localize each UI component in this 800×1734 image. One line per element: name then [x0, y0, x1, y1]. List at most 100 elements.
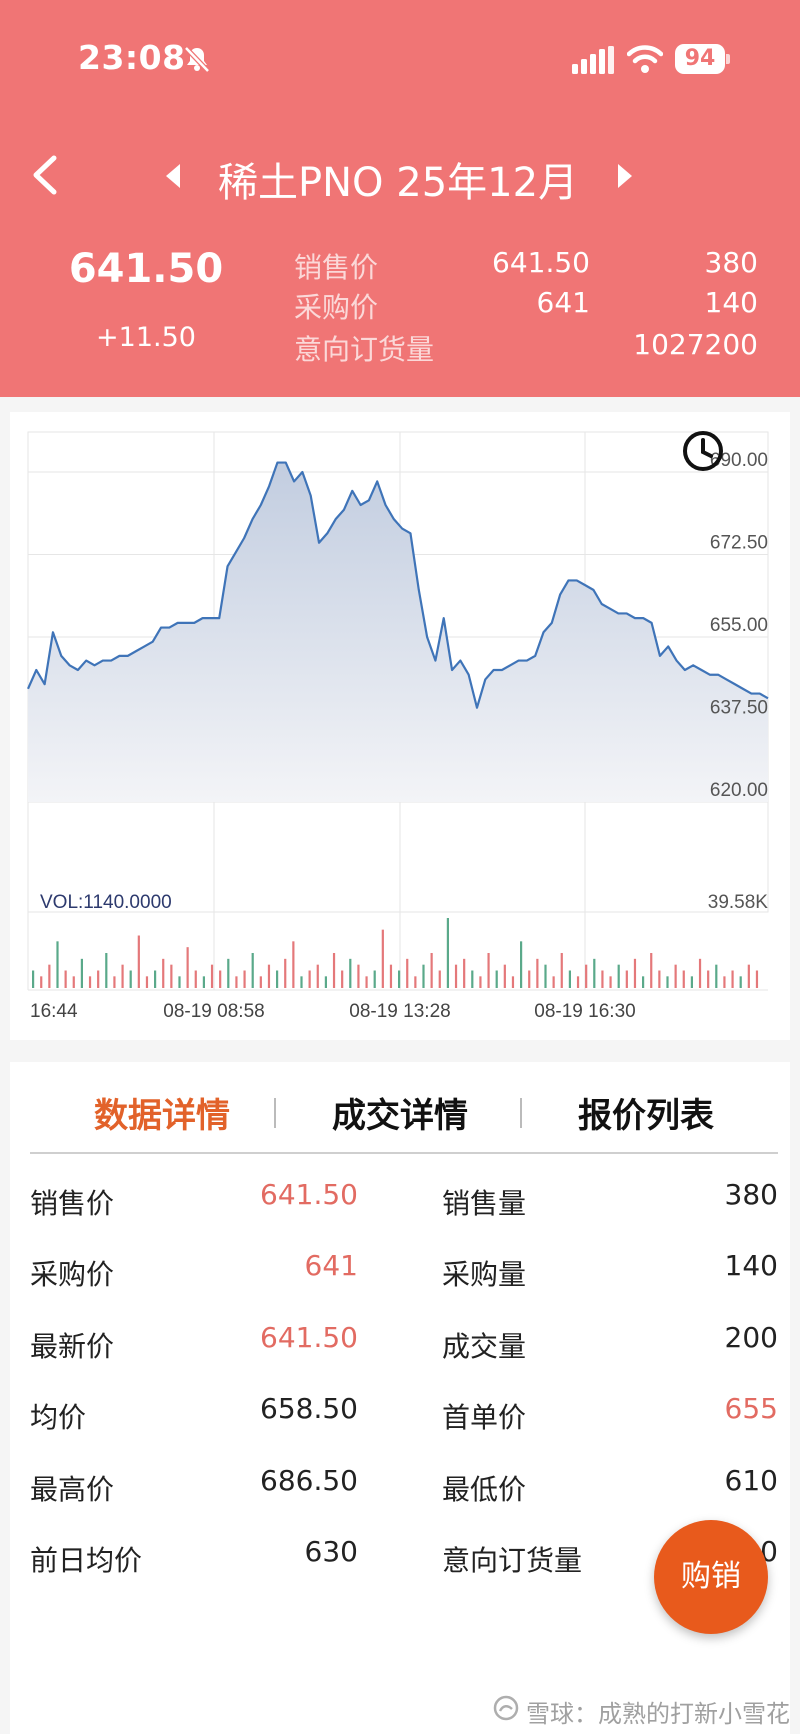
quote-row-buy: 采购价 641 140 — [294, 286, 758, 326]
volume-bar — [446, 918, 449, 988]
tab-divider — [274, 1098, 276, 1128]
volume-label: VOL:1140.0000 — [40, 892, 172, 913]
volume-bar — [259, 976, 262, 988]
volume-bar — [650, 953, 653, 988]
volume-bar — [202, 976, 205, 988]
volume-bar — [80, 958, 83, 988]
quote-row-intent: 意向订货量 1027200 — [294, 328, 758, 368]
tabs-underline — [30, 1152, 778, 1154]
volume-bar — [617, 964, 620, 988]
signal-icon — [572, 46, 614, 74]
price-area — [28, 462, 768, 802]
x-tick-label: 08-19 08:58 — [163, 1001, 264, 1022]
quote-volume: 380 — [704, 246, 758, 279]
volume-bar — [707, 970, 710, 988]
detail-value: 641 — [304, 1249, 358, 1282]
detail-label: 成交量 — [442, 1330, 527, 1363]
detail-label: 采购价 — [30, 1258, 115, 1291]
detail-label: 采购量 — [442, 1258, 527, 1291]
volume-bar — [341, 970, 344, 988]
detail-value: 641.50 — [260, 1178, 358, 1211]
quote-volume: 1027200 — [633, 328, 758, 361]
volume-bar — [674, 964, 677, 988]
volume-bar — [284, 958, 287, 988]
detail-label: 首单价 — [442, 1401, 527, 1434]
volume-bar — [178, 976, 181, 988]
last-price: 641.50 — [68, 246, 224, 292]
volume-max-label: 39.58K — [708, 892, 769, 913]
price-change: +11.50 — [96, 322, 196, 353]
xueqiu-logo-icon — [493, 1695, 519, 1721]
y-tick-label: 637.50 — [710, 698, 768, 719]
x-tick-label: 16:44 — [30, 1001, 78, 1022]
header: 23:08 94 稀土PNO 25年12月 641.50 +11.50 销售价 … — [0, 0, 800, 397]
buy-sell-button[interactable]: 购销 — [654, 1520, 768, 1634]
volume-bar — [243, 970, 246, 988]
volume-bar — [430, 953, 433, 988]
volume-bar — [40, 976, 43, 988]
detail-label: 最低价 — [442, 1473, 527, 1506]
volume-bar — [495, 970, 498, 988]
detail-value: 641.50 — [260, 1321, 358, 1354]
volume-bar — [511, 976, 515, 988]
volume-bar — [56, 941, 59, 988]
volume-bar — [560, 953, 563, 988]
previous-contract-icon[interactable] — [164, 162, 184, 190]
tab-quote-list[interactable]: 报价列表 — [556, 1088, 736, 1137]
volume-bar — [463, 958, 466, 988]
volume-bar — [625, 970, 628, 988]
details-card: 数据详情 成交详情 报价列表 销售价 641.50 采购价 641 最新价 641.50 均… — [10, 1062, 790, 1734]
tab-trade-details[interactable]: 成交详情 — [310, 1088, 490, 1137]
volume-bar — [438, 970, 441, 988]
volume-bar — [219, 970, 222, 988]
volume-bar — [162, 958, 165, 988]
volume-bar — [72, 976, 75, 988]
volume-bar — [487, 953, 490, 988]
volume-bar — [105, 953, 108, 988]
volume-bar — [715, 964, 718, 988]
volume-bar — [585, 964, 588, 988]
back-arrow-icon[interactable] — [28, 152, 62, 198]
volume-bar — [755, 970, 759, 988]
detail-label: 均价 — [30, 1401, 87, 1434]
volume-bar — [479, 976, 482, 988]
chart-card: 690.00 672.50 655.00 637.50 620.00 VOL:1140.… — [10, 412, 790, 1040]
price-chart[interactable]: 690.00672.50655.00637.50620.00 VOL:1140.… — [10, 412, 790, 1040]
volume-bar — [365, 976, 368, 988]
volume-bar — [503, 964, 506, 988]
volume-bar — [698, 958, 702, 988]
detail-label: 意向订货量 — [442, 1544, 583, 1577]
volume-bar — [552, 976, 555, 988]
volume-bar — [300, 976, 303, 988]
volume-bar — [373, 970, 376, 988]
clock-icon[interactable] — [680, 428, 726, 474]
y-tick-label: 672.50 — [710, 533, 768, 554]
detail-value: 686.50 — [260, 1464, 358, 1497]
volume-bar — [292, 941, 295, 988]
battery-tip — [726, 54, 730, 64]
bell-muted-icon — [184, 46, 210, 73]
volume-bar — [747, 964, 750, 988]
volume-bar — [276, 970, 279, 988]
volume-bar — [267, 964, 271, 988]
volume-bar — [633, 958, 637, 988]
volume-bar — [170, 964, 173, 988]
volume-bar — [568, 970, 571, 988]
volume-bar — [601, 970, 604, 988]
volume-bar — [227, 958, 230, 988]
volume-bar — [97, 970, 100, 988]
tab-data-details[interactable]: 数据详情 — [72, 1088, 252, 1137]
volume-bar — [113, 976, 116, 988]
y-tick-label: 655.00 — [710, 615, 768, 636]
volume-bar — [414, 976, 417, 988]
volume-bar — [389, 964, 393, 988]
volume-bar — [194, 970, 197, 988]
volume-bar — [690, 976, 693, 988]
x-tick-label: 08-19 16:30 — [534, 1001, 635, 1022]
detail-value: 200 — [724, 1321, 778, 1354]
volume-bar — [398, 970, 401, 988]
volume-bar — [129, 970, 132, 988]
screen: 23:08 94 稀土PNO 25年12月 641.50 +11.50 销售价 … — [0, 0, 800, 1734]
volume-bar — [406, 958, 409, 988]
next-contract-icon[interactable] — [614, 162, 634, 190]
